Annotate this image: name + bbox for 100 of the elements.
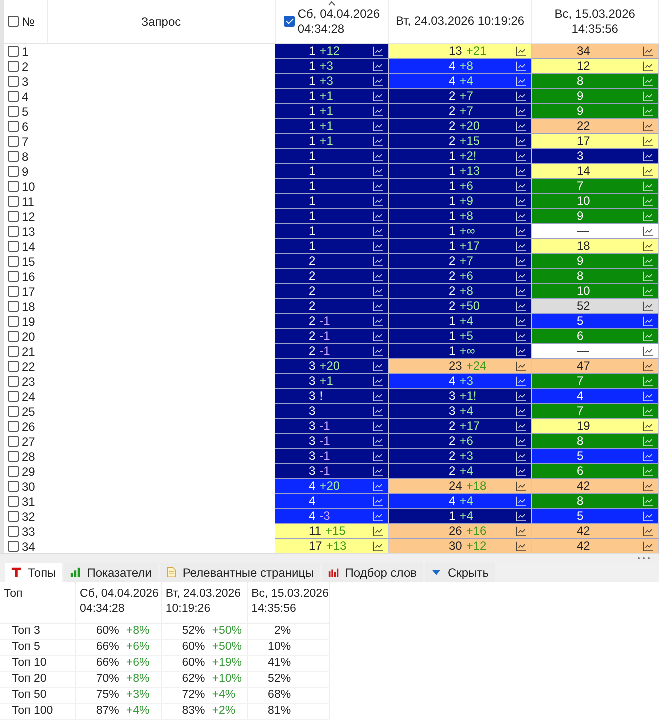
position-cell: 2 bbox=[275, 269, 389, 284]
percent-change: +6% bbox=[126, 656, 150, 671]
chart-icon[interactable] bbox=[643, 346, 654, 356]
position-cell: 2 +20 bbox=[389, 119, 532, 134]
percent-value: 52% bbox=[181, 624, 206, 639]
row-number: 34 bbox=[22, 540, 36, 554]
position-cell: 17 bbox=[532, 134, 659, 149]
row-checkbox[interactable] bbox=[8, 271, 19, 282]
position-cell: 18 bbox=[532, 239, 659, 254]
row-checkbox[interactable] bbox=[8, 481, 19, 492]
column-header[interactable]: № bbox=[22, 14, 35, 28]
chart-icon[interactable] bbox=[516, 46, 527, 56]
chart-icon[interactable] bbox=[643, 420, 654, 432]
chart-icon[interactable] bbox=[643, 526, 654, 536]
row-checkbox[interactable] bbox=[8, 226, 19, 237]
row-checkbox[interactable] bbox=[8, 421, 19, 432]
row-checkbox[interactable] bbox=[8, 466, 19, 477]
position-cell: 3 -1 bbox=[275, 419, 389, 434]
row-checkbox[interactable] bbox=[8, 346, 19, 357]
row-checkbox[interactable] bbox=[8, 496, 19, 507]
chart-icon[interactable] bbox=[516, 360, 527, 372]
column-header[interactable]: Запрос bbox=[141, 14, 182, 28]
row-checkbox[interactable] bbox=[8, 196, 19, 207]
row-checkbox[interactable] bbox=[8, 241, 19, 252]
row-checkbox[interactable] bbox=[8, 46, 19, 57]
row-checkbox[interactable] bbox=[8, 436, 19, 447]
position-cell: 1 +9 bbox=[389, 194, 532, 209]
row-checkbox[interactable] bbox=[8, 406, 19, 417]
row-checkbox[interactable] bbox=[8, 511, 19, 522]
row-checkbox[interactable] bbox=[8, 391, 19, 402]
percent-value: 75% bbox=[95, 688, 120, 703]
row-checkbox[interactable] bbox=[8, 61, 19, 72]
chart-icon[interactable] bbox=[643, 480, 654, 492]
position-cell: 30 +12 bbox=[389, 539, 532, 554]
position-cell: 42 bbox=[532, 479, 659, 494]
row-checkbox[interactable] bbox=[8, 76, 19, 87]
panel-tab[interactable]: Скрыть bbox=[425, 563, 495, 582]
chart-icon[interactable] bbox=[643, 360, 654, 372]
position-cell: 3 ! bbox=[275, 389, 389, 404]
position-cell: 2 +7 bbox=[389, 104, 532, 119]
more-icon[interactable] bbox=[637, 557, 651, 560]
chart-icon[interactable] bbox=[373, 540, 384, 552]
percent-change: +19% bbox=[212, 656, 242, 671]
chart-icon[interactable] bbox=[643, 166, 654, 176]
percent-change: +6% bbox=[126, 640, 150, 655]
chart-icon[interactable] bbox=[643, 300, 654, 312]
chart-icon[interactable] bbox=[643, 46, 654, 56]
column-checkbox[interactable] bbox=[284, 16, 295, 27]
row-checkbox[interactable] bbox=[8, 106, 19, 117]
row-checkbox[interactable] bbox=[8, 361, 19, 372]
chart-icon[interactable] bbox=[516, 540, 527, 552]
row-checkbox[interactable] bbox=[8, 211, 19, 222]
position-cell: 1 bbox=[275, 224, 389, 239]
position-cell: 7 bbox=[532, 374, 659, 389]
row-checkbox[interactable] bbox=[8, 166, 19, 177]
position-cell: 3 +4 bbox=[389, 404, 532, 419]
chart-icon[interactable] bbox=[516, 480, 527, 492]
row-checkbox[interactable] bbox=[8, 541, 19, 552]
panel-tab[interactable]: Топы bbox=[5, 563, 62, 582]
position-cell: — bbox=[532, 344, 659, 359]
chart-icon[interactable] bbox=[373, 526, 384, 536]
row-checkbox[interactable] bbox=[8, 286, 19, 297]
position-cell: 11 +15 bbox=[275, 524, 389, 539]
chart-icon[interactable] bbox=[643, 240, 654, 252]
position-cell: 3 +1 bbox=[275, 374, 389, 389]
chart-icon[interactable] bbox=[643, 60, 654, 72]
row-checkbox[interactable] bbox=[8, 256, 19, 267]
position-cell: 5 bbox=[532, 314, 659, 329]
row-checkbox[interactable] bbox=[8, 181, 19, 192]
row-checkbox[interactable] bbox=[8, 451, 19, 462]
row-checkbox[interactable] bbox=[8, 301, 19, 312]
column-header[interactable]: Сб, 04.04.2026 04:34:28 bbox=[298, 6, 380, 36]
chart-icon[interactable] bbox=[643, 226, 654, 236]
chart-icon[interactable] bbox=[643, 120, 654, 132]
row-checkbox[interactable] bbox=[8, 121, 19, 132]
panel-tab[interactable]: Подбор слов bbox=[322, 563, 423, 582]
select-all-checkbox[interactable] bbox=[8, 16, 19, 27]
chart-icon[interactable] bbox=[516, 526, 527, 536]
position-cell: 1 +2! bbox=[389, 149, 532, 164]
position-cell: 2 +7 bbox=[389, 89, 532, 104]
column-header[interactable]: Вт, 24.03.2026 10:19:26 bbox=[396, 14, 525, 29]
row-checkbox[interactable] bbox=[8, 526, 19, 537]
column-header[interactable]: Вс, 15.03.2026 14:35:56 bbox=[536, 6, 654, 36]
panel-tab[interactable]: Показатели bbox=[64, 563, 158, 582]
column-header: Сб, 04.04.2026 04:34:28 bbox=[76, 582, 162, 623]
row-checkbox[interactable] bbox=[8, 376, 19, 387]
row-checkbox[interactable] bbox=[8, 136, 19, 147]
row-number: 5 bbox=[22, 104, 29, 118]
row-checkbox[interactable] bbox=[8, 331, 19, 342]
row-checkbox[interactable] bbox=[8, 316, 19, 327]
chart-icon[interactable] bbox=[643, 136, 654, 146]
row-checkbox[interactable] bbox=[8, 91, 19, 102]
panel-tab[interactable]: Релевантные страницы bbox=[160, 563, 320, 582]
chart-icon[interactable] bbox=[643, 540, 654, 552]
row-checkbox[interactable] bbox=[8, 151, 19, 162]
row-number: 18 bbox=[22, 300, 36, 314]
position-cell: 2 +4 bbox=[389, 464, 532, 479]
position-cell: 52 bbox=[532, 299, 659, 314]
position-cell: 9 bbox=[532, 89, 659, 104]
percent-change: +4% bbox=[126, 704, 150, 719]
